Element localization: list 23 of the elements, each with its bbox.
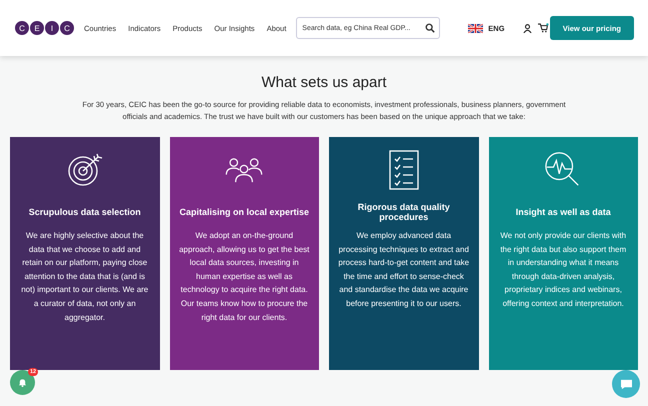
flag-icon[interactable] — [468, 24, 484, 32]
card-description: We adopt an on-the-ground approach, allowing us to get the best local data sources, investing in human expertise as well as technology to acquire the right data. Our teams know how to procure the right data for our clients. — [178, 230, 310, 324]
card-description: We not only provide our clients with the right data but also support them in understanding what it means through data-driven analysis, proprietary indices and webinars, offering context and interpretation. — [499, 230, 628, 310]
card-title: Scrupulous data selection — [28, 206, 141, 219]
cart-icon[interactable] — [538, 23, 549, 33]
card-description: We employ advanced data processing techniques to extract and process hard-to-get content and take the time and effort to sense-check and standardise the data we acquire before presenting it to our users. — [337, 230, 470, 310]
people-icon — [224, 157, 264, 183]
search-icon[interactable] — [425, 23, 436, 33]
card-description: We are highly selective about the data that we choose to add and retain on our platform, paying close attention to the data that is (and is not) important to our clients. We are a curator of data, not only an aggregator. — [20, 230, 150, 324]
target-icon — [66, 153, 103, 187]
logo-letter[interactable]: C — [14, 20, 30, 36]
checklist-icon — [388, 150, 419, 190]
logo-letter[interactable]: C — [59, 20, 75, 36]
chat-icon — [620, 378, 632, 390]
logo-letter[interactable]: E — [29, 20, 45, 36]
bell-icon — [18, 378, 27, 387]
card-title: Rigorous data quality procedures — [356, 201, 451, 223]
notification-button[interactable] — [10, 370, 35, 395]
logo-letter[interactable]: I — [44, 20, 60, 36]
card-title: Capitalising on local expertise — [179, 206, 310, 219]
section-title: What sets us apart — [260, 74, 388, 91]
user-icon[interactable] — [522, 24, 532, 32]
card-title: Insight as well as data — [516, 206, 611, 219]
